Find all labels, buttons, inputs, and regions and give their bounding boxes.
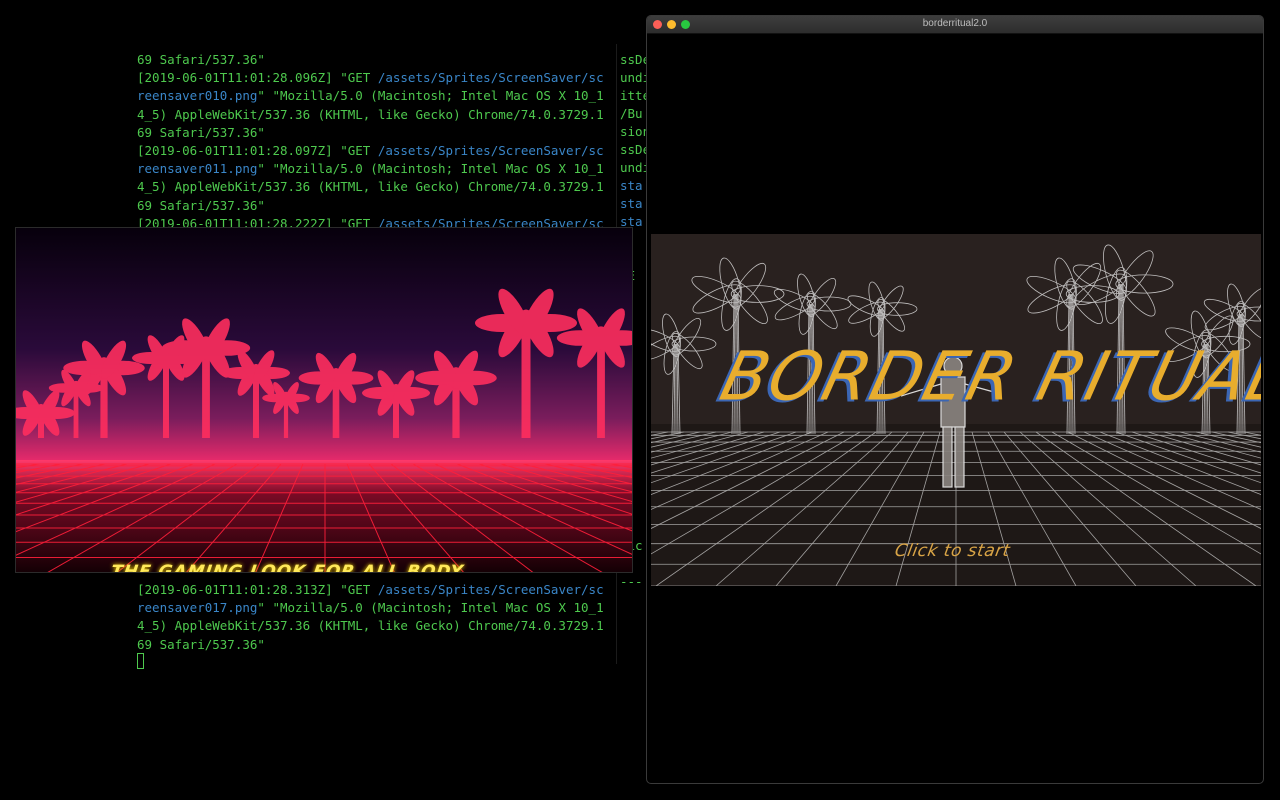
terminal-line: sta <box>620 178 643 193</box>
terminal-line: /Bu <box>620 106 643 121</box>
terminal-line: [2019-06-01T11:01:28.097Z] "GET /assets/… <box>137 143 604 158</box>
screensaver-marquee: THE GAMING LOOK FOR ALL BODY <box>109 562 465 573</box>
click-to-start-prompt[interactable]: Click to start <box>893 541 1012 561</box>
terminal-line: 69 Safari/537.36" <box>137 636 265 652</box>
terminal-line: sion <box>620 124 648 139</box>
terminal-line: undi <box>620 70 648 85</box>
terminal-line: sta <box>620 196 643 211</box>
synthwave-scene <box>16 228 632 572</box>
terminal-line: [2019-06-01T11:01:28.313Z] "GET /assets/… <box>137 582 604 597</box>
terminal-line: 69 Safari/537.36" <box>137 197 265 213</box>
terminal-line: undi <box>620 160 648 175</box>
terminal-line: reensaver017.png" "Mozilla/5.0 (Macintos… <box>137 600 604 616</box>
terminal-line: ssDe <box>620 142 648 157</box>
terminal-line: 69 Safari/537.36" <box>137 124 265 140</box>
game-title: BORDER RITUAL <box>713 337 1261 416</box>
terminal-line: reensaver011.png" "Mozilla/5.0 (Macintos… <box>137 161 604 177</box>
game-window[interactable]: borderritual2.0 BORDER RITUAL Click to s… <box>646 15 1264 784</box>
screensaver-window[interactable]: THE GAMING LOOK FOR ALL BODY <box>15 227 633 573</box>
terminal-line: reensaver010.png" "Mozilla/5.0 (Macintos… <box>137 88 604 104</box>
terminal-cursor <box>137 653 144 669</box>
terminal-line: 4_5) AppleWebKit/537.36 (KHTML, like Gec… <box>137 106 604 122</box>
window-titlebar[interactable]: borderritual2.0 <box>647 16 1263 34</box>
terminal-line: 4_5) AppleWebKit/537.36 (KHTML, like Gec… <box>137 179 604 195</box>
window-title: borderritual2.0 <box>922 18 988 29</box>
game-canvas[interactable]: BORDER RITUAL Click to start <box>651 234 1261 586</box>
terminal-line: ssDe <box>620 52 648 67</box>
terminal-line: --- <box>620 574 643 589</box>
terminal-line: 69 Safari/537.36" <box>137 52 265 67</box>
terminal-line: [2019-06-01T11:01:28.096Z] "GET /assets/… <box>137 70 604 86</box>
terminal-line: itte <box>620 88 648 103</box>
terminal-line: 4_5) AppleWebKit/537.36 (KHTML, like Gec… <box>137 618 604 634</box>
